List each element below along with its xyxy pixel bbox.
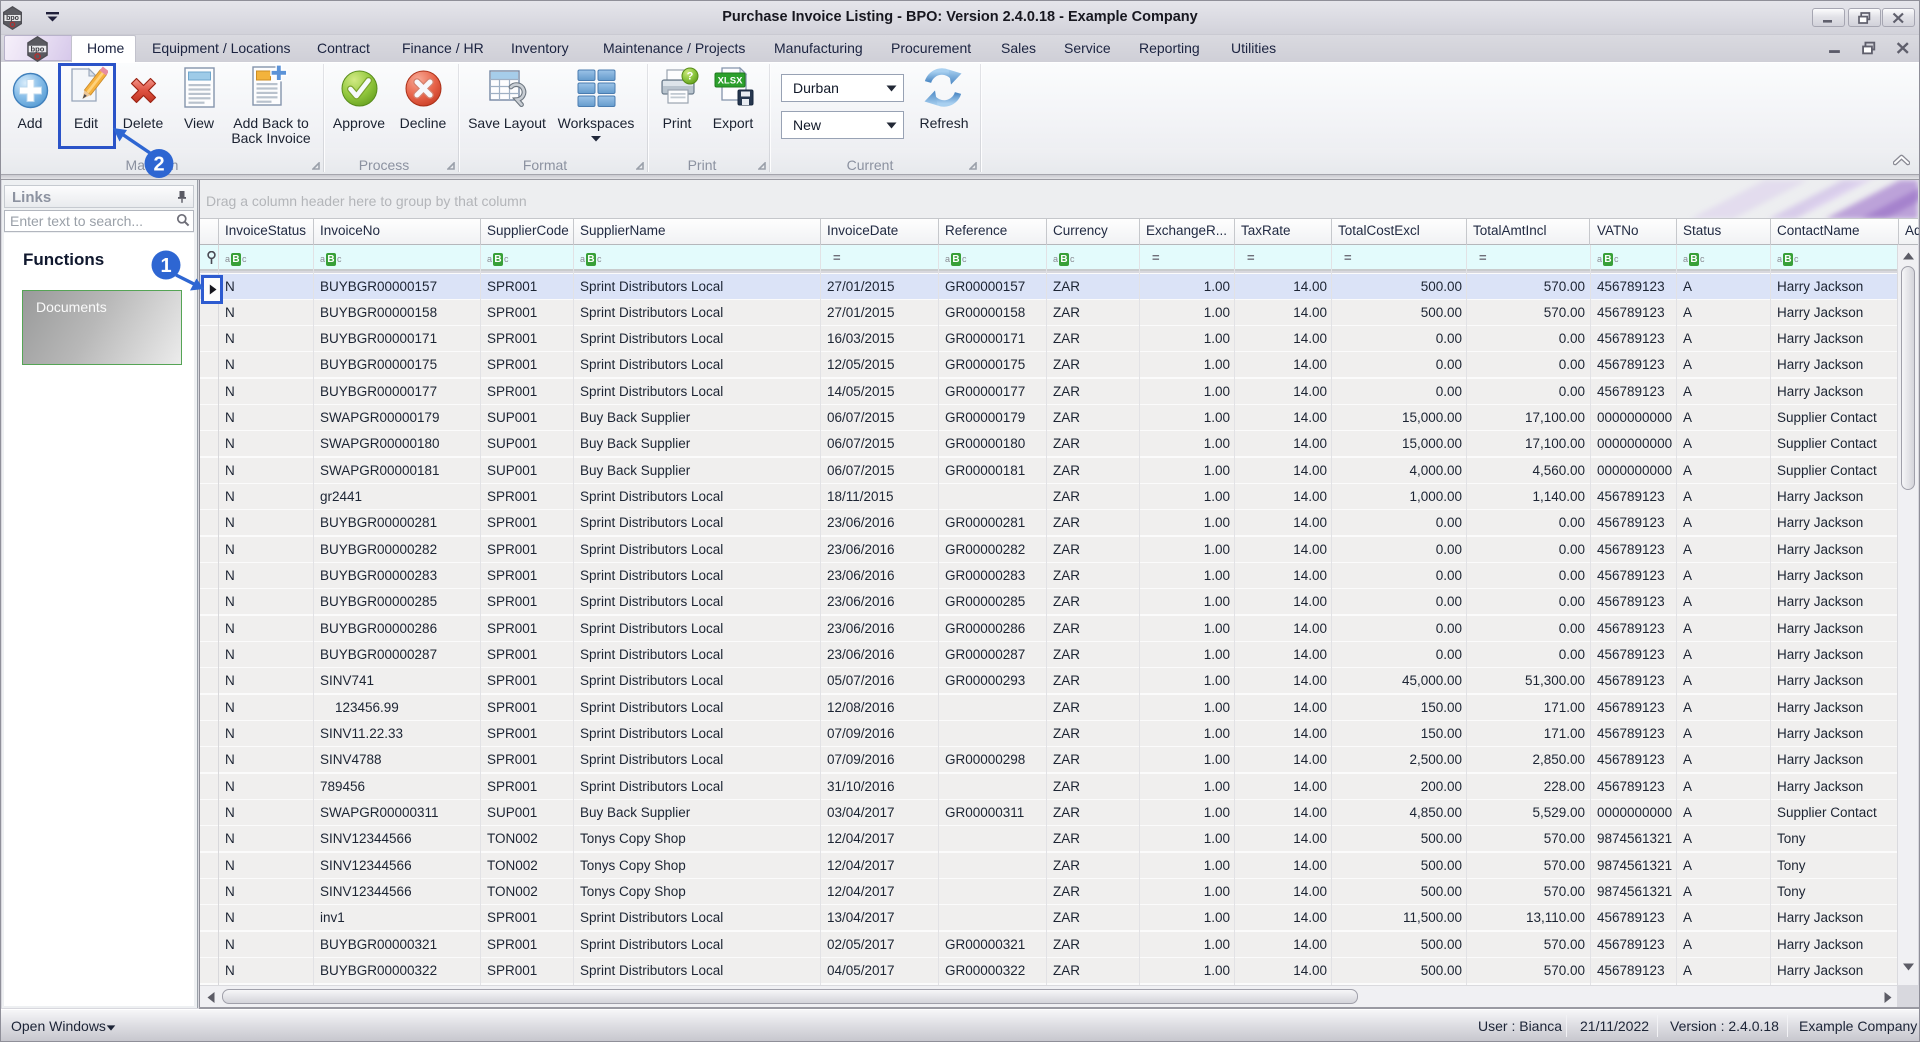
svg-text:1: 1 [160,255,171,277]
svg-text:XLSX: XLSX [718,76,743,87]
svg-text:2: 2 [153,154,164,176]
svg-text:?: ? [687,71,694,83]
